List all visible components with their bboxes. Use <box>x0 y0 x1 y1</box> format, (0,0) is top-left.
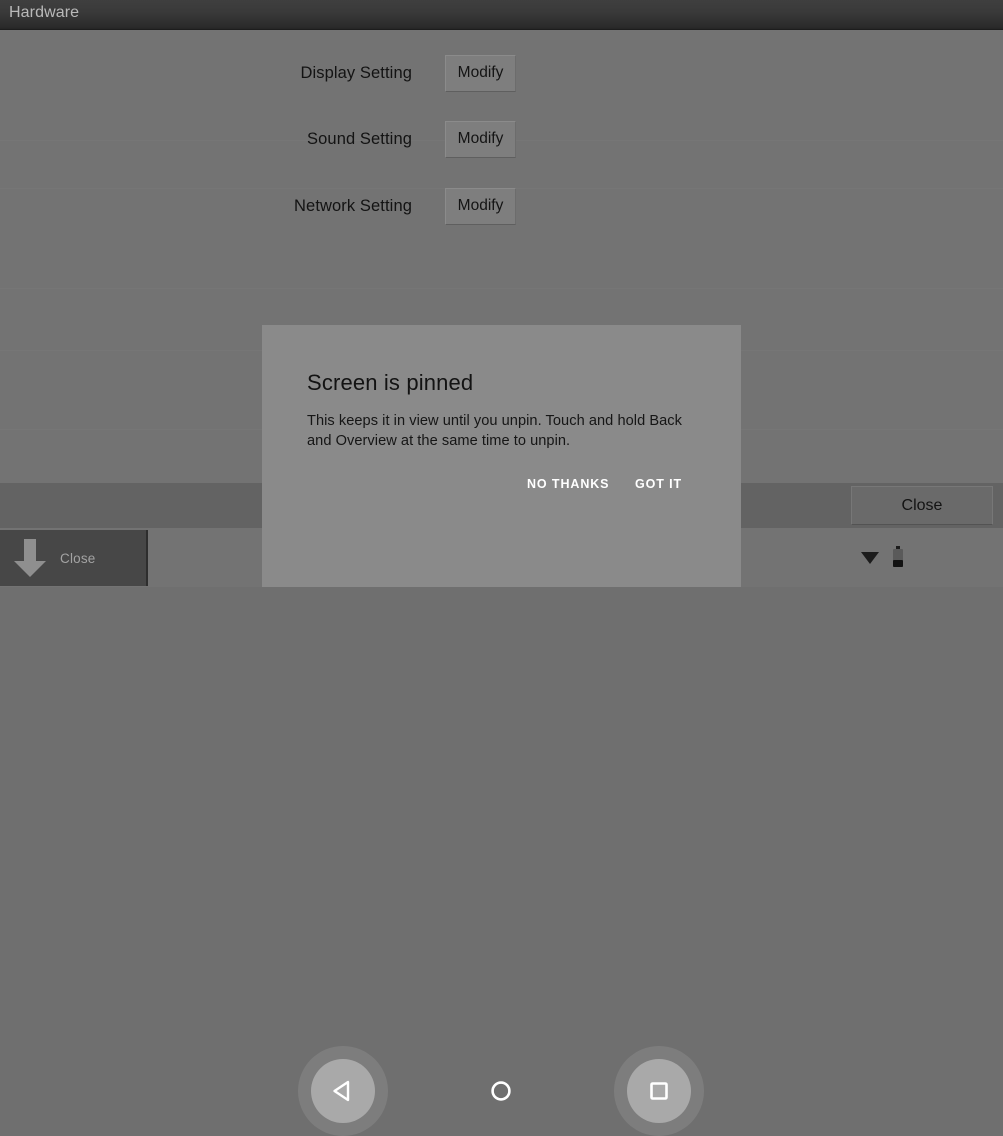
back-button-highlight-outer <box>298 1046 388 1136</box>
got-it-button[interactable]: GOT IT <box>635 477 682 491</box>
back-triangle-icon <box>329 1077 357 1105</box>
window-title: Hardware <box>9 4 80 21</box>
dialog-title: Screen is pinned <box>307 370 474 395</box>
wifi-icon <box>860 549 880 570</box>
settings-row-network: Network Setting Modify <box>0 173 1003 239</box>
dialog-body-text: This keeps it in view until you unpin. T… <box>307 413 682 449</box>
window-titlebar: Hardware <box>0 0 1003 30</box>
home-circle-icon[interactable] <box>488 1078 514 1104</box>
modify-button-sound[interactable]: Modify <box>445 120 516 158</box>
overview-button-highlight-outer <box>614 1046 704 1136</box>
settings-row-label-sound: Sound Setting <box>307 129 412 148</box>
modify-button-display[interactable]: Modify <box>445 54 516 92</box>
settings-row-display: Display Setting Modify <box>0 40 1003 106</box>
modify-button-network[interactable]: Modify <box>445 187 516 225</box>
battery-icon <box>892 545 904 573</box>
app-screen: Hardware Display Setting Modify Sound Se… <box>0 0 1003 1136</box>
close-panel[interactable]: Close <box>0 530 148 586</box>
row-divider <box>0 288 1003 289</box>
settings-row-sound: Sound Setting Modify <box>0 106 1003 172</box>
back-button[interactable] <box>311 1059 375 1123</box>
dialog-actions: NO THANKS GOT IT <box>262 477 741 505</box>
no-thanks-button[interactable]: NO THANKS <box>527 477 609 491</box>
settings-row-label-network: Network Setting <box>294 196 412 215</box>
overview-button[interactable] <box>627 1059 691 1123</box>
close-panel-label: Close <box>60 550 96 566</box>
screen-pinned-dialog: Screen is pinned This keeps it in view u… <box>262 325 741 587</box>
settings-row-label-display: Display Setting <box>300 63 412 82</box>
close-button[interactable]: Close <box>851 486 993 525</box>
arrow-down-icon <box>0 537 60 579</box>
status-icons <box>860 545 920 573</box>
overview-square-icon <box>646 1078 672 1104</box>
